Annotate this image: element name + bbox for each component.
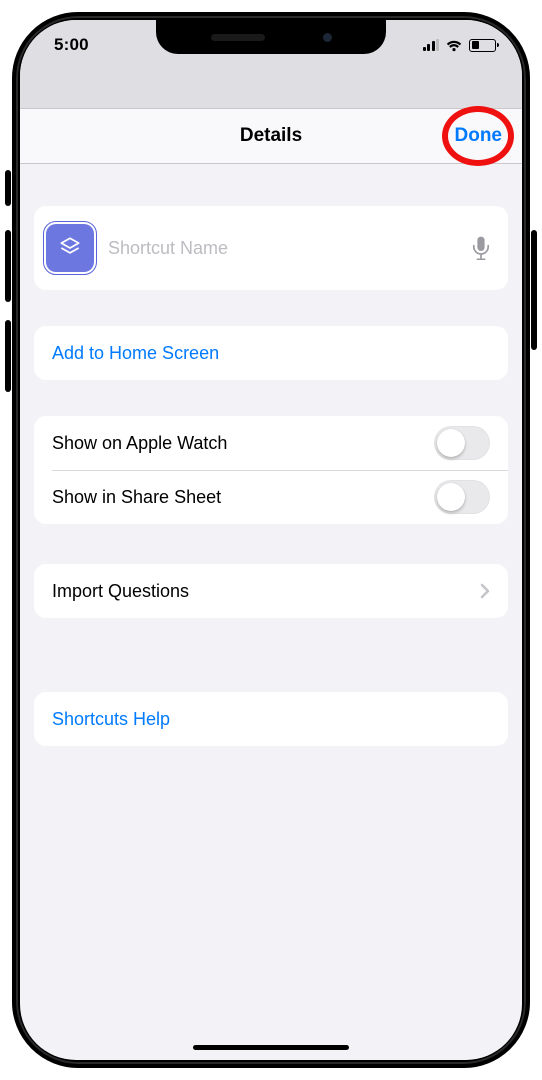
battery-icon <box>469 39 496 52</box>
shortcut-name-group <box>34 206 508 290</box>
cellular-icon <box>423 39 440 51</box>
apple-watch-row: Show on Apple Watch <box>34 416 508 470</box>
notch <box>156 20 386 54</box>
modal-backdrop <box>20 70 522 108</box>
apple-watch-toggle[interactable] <box>434 426 490 460</box>
import-group: Import Questions <box>34 564 508 618</box>
shortcuts-help-label: Shortcuts Help <box>52 709 170 730</box>
shortcut-name-input[interactable] <box>108 238 472 259</box>
mute-switch <box>5 170 11 206</box>
dictate-icon[interactable] <box>472 236 490 260</box>
visibility-group: Show on Apple Watch Show in Share Sheet <box>34 416 508 524</box>
help-group: Shortcuts Help <box>34 692 508 746</box>
add-home-screen-button[interactable]: Add to Home Screen <box>34 326 508 380</box>
apple-watch-label: Show on Apple Watch <box>52 433 227 454</box>
home-screen-group: Add to Home Screen <box>34 326 508 380</box>
volume-up <box>5 230 11 302</box>
chevron-right-icon <box>480 583 490 599</box>
home-indicator[interactable] <box>193 1045 349 1050</box>
status-time: 5:00 <box>54 35 89 55</box>
import-questions-button[interactable]: Import Questions <box>34 564 508 618</box>
power-button <box>531 230 537 350</box>
device-frame: 5:00 Details Done <box>12 12 530 1068</box>
shortcut-icon[interactable] <box>46 224 94 272</box>
page-title: Details <box>240 125 302 147</box>
wifi-icon <box>445 39 463 52</box>
done-button[interactable]: Done <box>455 125 503 147</box>
import-questions-label: Import Questions <box>52 581 189 602</box>
share-sheet-label: Show in Share Sheet <box>52 487 221 508</box>
shortcuts-help-button[interactable]: Shortcuts Help <box>34 692 508 746</box>
add-home-screen-label: Add to Home Screen <box>52 343 219 364</box>
volume-down <box>5 320 11 392</box>
share-sheet-toggle[interactable] <box>434 480 490 514</box>
share-sheet-row: Show in Share Sheet <box>34 470 508 524</box>
nav-bar: Details Done <box>20 108 522 164</box>
